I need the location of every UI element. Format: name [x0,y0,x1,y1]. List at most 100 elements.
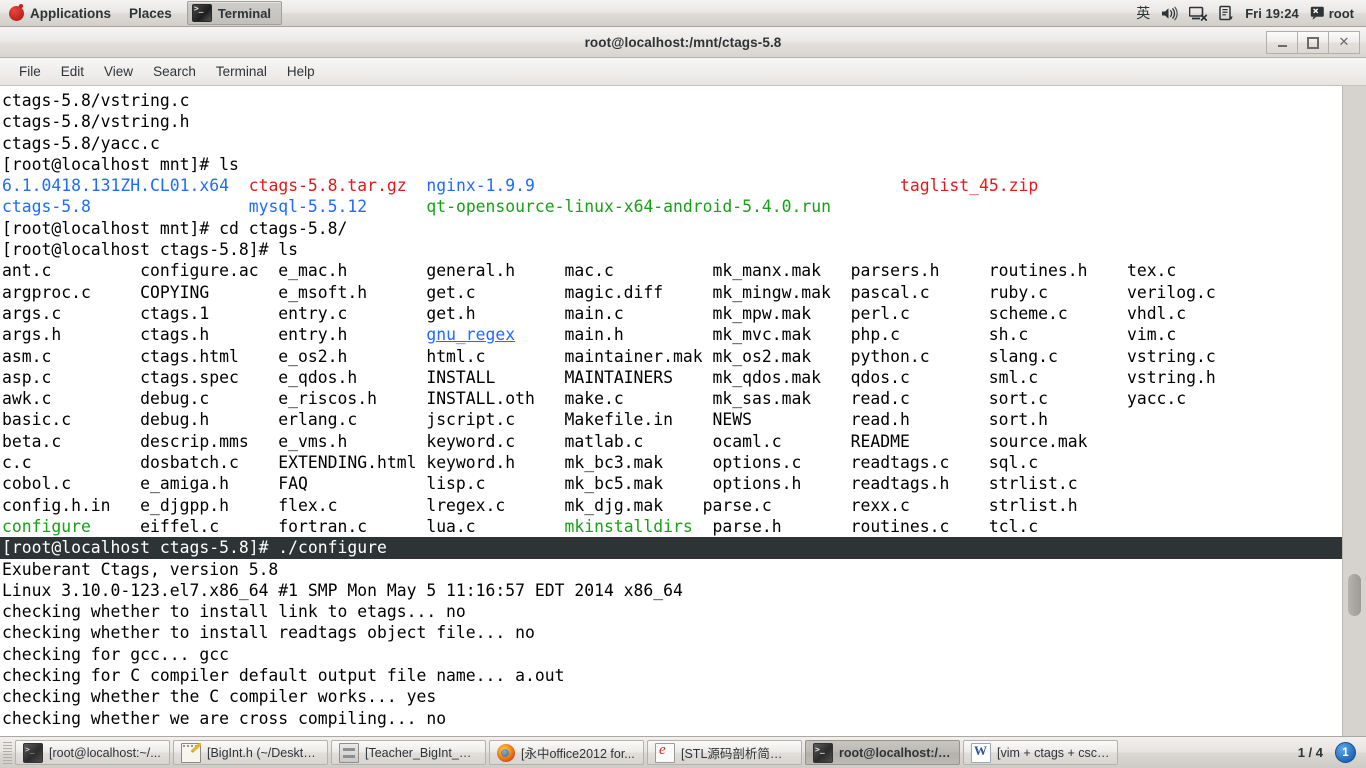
terminal-line: checking whether to install readtags obj… [2,623,535,643]
terminal-line-highlighted: [root@localhost ctags-5.8]# ./configure [0,537,1344,559]
taskbar-task[interactable]: [Teacher_BigInt_new] [331,740,486,765]
maximize-icon [1307,36,1319,49]
taskbar-task[interactable]: [STL源码剖析简体中... [647,740,802,765]
window-list-item-label: Terminal [217,5,272,21]
terminal-token: mkinstalldirs [564,516,693,536]
window-controls: ✕ [1266,31,1360,54]
terminal-line: ctags-5.8/vstring.h [2,112,190,132]
menu-search[interactable]: Search [143,61,206,82]
window-titlebar[interactable]: root@localhost:/mnt/ctags-5.8 ✕ [0,27,1366,58]
text-editor-icon [181,742,201,763]
terminal-line: ant.c configure.ac e_mac.h general.h mac… [2,261,1177,281]
terminal-line: args.c ctags.1 entry.c get.h main.c mk_m… [2,303,1187,323]
terminal-line: checking whether the C compiler works...… [2,687,437,707]
terminal-line: Exuberant Ctags, version 5.8 [2,559,279,579]
terminal-line: config.h.in e_djgpp.h flex.c lregex.c mk… [2,495,1078,515]
terminal-line: asp.c ctags.spec e_qdos.h INSTALL MAINTA… [2,367,1216,387]
panel-spacer [282,0,1136,26]
close-icon: ✕ [1338,35,1350,50]
terminal-token: mysql-5.5.12 [248,197,368,217]
places-menu[interactable]: Places [120,0,181,26]
menu-file[interactable]: File [9,61,51,82]
workspace-switcher[interactable]: 1 / 4 [1294,745,1327,760]
firefox-icon [497,743,515,762]
terminal-token: ctags-5.8.tar.gz [248,176,407,196]
network-disconnected-icon[interactable] [1189,6,1208,21]
menu-terminal[interactable]: Terminal [206,61,277,82]
taskbar-task[interactable]: root@localhost:/m... [805,740,960,765]
terminal-body[interactable]: ctags-5.8/vstring.c ctags-5.8/vstring.h ct… [0,86,1366,738]
menu-help[interactable]: Help [277,61,325,82]
terminal-scrollbar-thumb[interactable] [1348,574,1361,616]
terminal-icon [23,742,43,763]
close-button[interactable]: ✕ [1329,31,1360,54]
terminal-line: cobol.c e_amiga.h FAQ lisp.c mk_bc5.mak … [2,474,1078,494]
terminal-line: [root@localhost mnt]# cd ctags-5.8/ [2,218,348,238]
taskbar-grip[interactable] [3,741,12,764]
clock[interactable]: Fri 19:24 [1245,6,1298,21]
panel-status-area: 英 Fri 19:24 root [1136,0,1366,26]
terminal-line: configure eiffel.c fortran.c lua.c mkins… [2,516,1342,537]
taskbar-task-label: root@localhost:/m... [839,745,952,760]
terminal-scrollbar[interactable] [1342,86,1366,738]
network-disconnected-icon-svg [1189,6,1208,21]
taskbar-task[interactable]: [永中office2012 for... [489,740,644,765]
clipboard-icon[interactable] [1219,5,1234,21]
terminal-output[interactable]: ctags-5.8/vstring.c ctags-5.8/vstring.h ct… [0,86,1344,729]
terminal-token: qt-opensource-linux-x64-android-5.4.0.ru… [426,197,831,217]
window-list-item-terminal[interactable]: Terminal [186,1,283,25]
terminal-line: Linux 3.10.0-123.el7.x86_64 #1 SMP Mon M… [2,580,683,600]
terminal-token: ctags-5.8 [2,197,91,217]
file-manager-icon [339,742,359,763]
taskbar-task[interactable]: [BigInt.h (~/Desktop... [173,740,328,765]
terminal-line: checking for C compiler default output f… [2,666,565,686]
notification-badge[interactable]: 1 [1335,742,1356,763]
terminal-window: root@localhost:/mnt/ctags-5.8 ✕ File Edi… [0,27,1366,738]
taskbar-task-label: [Teacher_BigInt_new] [365,745,478,760]
taskbar-task-label: [STL源码剖析简体中... [681,747,794,761]
terminal-token: args.h ctags.h entry.h [2,325,427,345]
taskbar-task[interactable]: [root@localhost:~/... [15,740,170,765]
terminal-line: c.c dosbatch.c EXTENDING.html keyword.h … [2,453,1039,473]
user-name-label: root [1328,5,1354,21]
word-document-icon [971,742,991,763]
terminal-line: checking whether to install link to etag… [2,602,466,622]
input-method-indicator[interactable]: 英 [1136,3,1150,23]
terminal-line: basic.c debug.h erlang.c jscript.c Makef… [2,410,1049,430]
terminal-line: beta.c descrip.mms e_vms.h keyword.c mat… [2,431,1088,451]
menu-view[interactable]: View [94,61,143,82]
taskbar-task-label: [永中office2012 for... [521,747,635,761]
user-message-icon-svg [1310,6,1324,20]
user-menu[interactable]: root [1310,6,1354,21]
terminal-line: ctags-5.8/vstring.c [2,91,190,110]
terminal-line: [root@localhost ctags-5.8]# ls [2,240,299,260]
applications-menu-label: Applications [30,5,112,21]
terminal-token: nginx-1.9.9 [426,176,535,196]
maximize-button[interactable] [1298,31,1329,54]
terminal-token: main.h mk_mvc.mak php.c sh.c vim.c [515,325,1177,345]
terminal-token: parse.h routines.c tcl.c [692,516,1039,536]
applications-menu[interactable]: Applications [0,0,120,26]
minimize-button[interactable] [1266,31,1298,54]
terminal-line: checking for gcc... gcc [2,644,229,664]
clock-label: Fri 19:24 [1245,5,1299,21]
terminal-token: taglist_45.zip [900,176,1039,196]
volume-icon[interactable] [1161,6,1178,21]
input-method-label: 英 [1136,5,1151,21]
terminal-token: 6.1.0418.131ZH.CL01.x64 [2,176,229,196]
terminal-line: args.h ctags.h entry.h gnu_regex main.h … [2,324,1342,345]
taskbar-task[interactable]: [vim + ctags + csco... [963,740,1118,765]
terminal-line: checking whether we are cross compiling.… [2,708,447,728]
top-panel: Applications Places Terminal 英 [0,0,1366,27]
taskbar-task-list: [root@localhost:~/... [BigInt.h (~/Deskto… [15,740,1294,765]
terminal-line: ctags-5.8/yacc.c [2,133,160,153]
places-menu-label: Places [129,5,172,21]
menu-edit[interactable]: Edit [51,61,94,82]
terminal-line: [root@localhost mnt]# ls [2,154,239,174]
terminal-line: asm.c ctags.html e_os2.h html.c maintain… [2,346,1216,366]
